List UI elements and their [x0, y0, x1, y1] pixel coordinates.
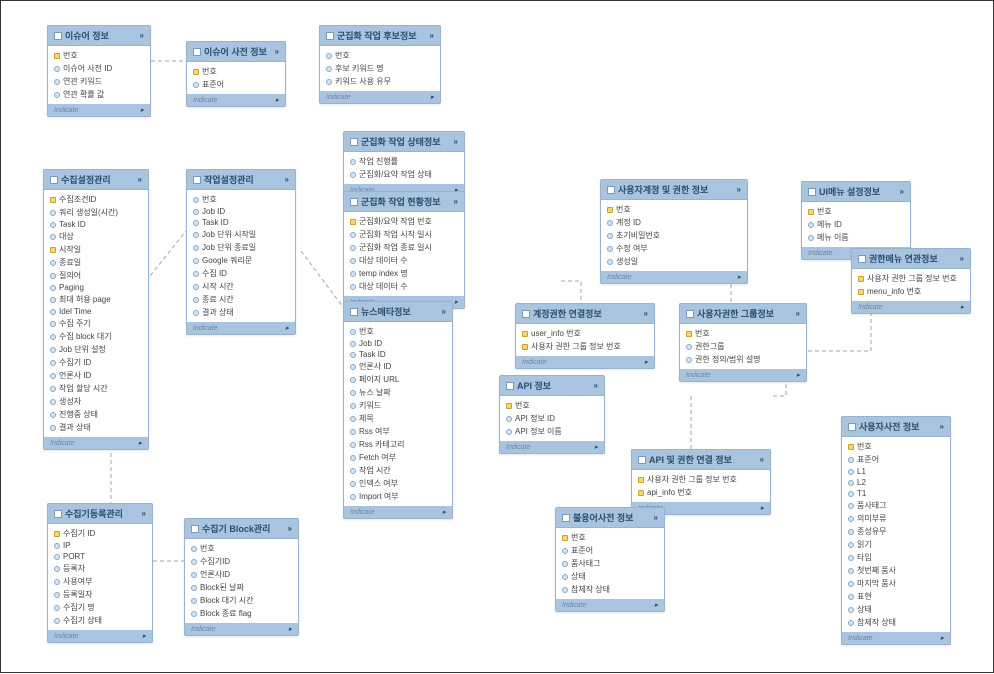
entity-header: 이슈어 사전 정보» — [187, 42, 285, 62]
entity-header: 불용어사전 정보» — [556, 508, 664, 528]
entity-account-auth-link[interactable]: 계정권한 연결정보» user_info 번호 사용자 권한 그룹 정보 번호 … — [515, 303, 655, 369]
entity-header: API 정보» — [500, 376, 604, 396]
entity-user-account[interactable]: 사용자계정 및 권한 정보» 번호 계정 ID 초기비밀번호 수정 여부 생성일… — [600, 179, 748, 284]
entity-user-auth-group[interactable]: 사용자권한 그룹정보» 번호 권한그룹 권한 정의/범위 설명 Indicate… — [679, 303, 807, 382]
entity-issue-dict-info[interactable]: 이슈어 사전 정보» 번호 표준어 Indicate▸ — [186, 41, 286, 107]
entity-collector-block[interactable]: 수집기 Block관리» 번호 수집기ID 언론사ID Block된 날짜 Bl… — [184, 518, 299, 636]
entity-header: 수집기등록관리» — [48, 504, 152, 524]
entity-header: 군집화 작업 상태정보» — [344, 132, 464, 152]
entity-header: 이슈어 정보» — [48, 26, 150, 46]
entity-header: 작업설정관리» — [187, 170, 295, 190]
entity-header: 사용자계정 및 권한 정보» — [601, 180, 747, 200]
entity-stopword-dict[interactable]: 불용어사전 정보» 번호 표준어 품사태그 상태 참제작 상태 Indicate… — [555, 507, 665, 612]
entity-header: 뉴스메타정보» — [344, 302, 452, 322]
entity-collect-config[interactable]: 수집설정관리» 수집조건ID 쿼리 생성일(시간) Task ID 대상 시작일… — [43, 169, 149, 450]
entity-auth-menu-link[interactable]: 권한메뉴 연관정보» 사용자 권한 그룹 정보 번호 menu_info 번호 … — [851, 248, 971, 314]
entity-header: UI메뉴 설정정보» — [802, 182, 910, 202]
entity-news-meta[interactable]: 뉴스메타정보» 번호 Job ID Task ID 언론사 ID 페이지 URL… — [343, 301, 453, 519]
entity-header: 사용자권한 그룹정보» — [680, 304, 806, 324]
entity-header: 수집기 Block관리» — [185, 519, 298, 539]
entity-api-info[interactable]: API 정보» 번호 API 정보 ID API 정보 이름 Indicate▸ — [499, 375, 605, 454]
entity-api-auth-link[interactable]: API 및 권한 연결 정보» 사용자 권한 그룹 정보 번호 api_info… — [631, 449, 771, 515]
entity-header: 권한메뉴 연관정보» — [852, 249, 970, 269]
entity-cluster-candidate[interactable]: 군집화 작업 후보정보» 번호 후보 키워드 명 키워드 사용 유무 Indic… — [319, 25, 441, 104]
entity-header: 계정권한 연결정보» — [516, 304, 654, 324]
entity-header: API 및 권한 연결 정보» — [632, 450, 770, 470]
entity-header: 사용자사전 정보» — [842, 417, 950, 437]
entity-issue-info[interactable]: 이슈어 정보» 번호 이슈어 사전 ID 연관 키워드 연관 확률 값 Indi… — [47, 25, 151, 117]
entity-header: 수집설정관리» — [44, 170, 148, 190]
entity-collector-register[interactable]: 수집기등록관리» 수집기 ID IP PORT 등록자 사용여부 등록일자 수집… — [47, 503, 153, 643]
entity-cluster-status[interactable]: 군집화 작업 상태정보» 작업 진행률 군집화/요약 작업 상태 Indicat… — [343, 131, 465, 197]
entity-header: 군집화 작업 후보정보» — [320, 26, 440, 46]
entity-header: 군집화 작업 현황정보» — [344, 192, 464, 212]
entity-task-config[interactable]: 작업설정관리» 번호 Job ID Task ID Job 단위 시작일 Job… — [186, 169, 296, 335]
entity-user-dict[interactable]: 사용자사전 정보» 번호 표준어 L1 L2 T1 품사태그 의미부류 종성유무… — [841, 416, 951, 645]
entity-cluster-current[interactable]: 군집화 작업 현황정보» 군집화/요약 작업 번호 군집화 작업 시작 일시 군… — [343, 191, 465, 309]
